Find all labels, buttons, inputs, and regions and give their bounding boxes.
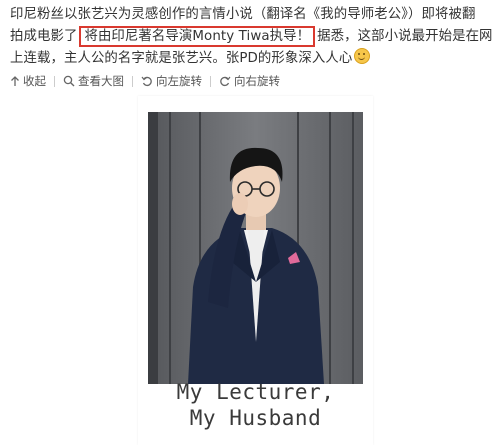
cover-title-line-2: My Husband — [189, 406, 322, 430]
post-line-3-text: 上连载，主人公的名字就是张艺兴。张PD的形象深入人心 — [10, 51, 353, 66]
toolbar-divider — [132, 75, 133, 87]
highlighted-director-text: 将由印尼著名导演Monty Tiwa执导！ — [79, 26, 316, 47]
post-line-3: 上连载，主人公的名字就是张艺兴。张PD的形象深入人心 — [10, 48, 494, 70]
rotate-right-label: 向右旋转 — [234, 74, 280, 88]
post-line-2: 拍成电影了 将由印尼著名导演Monty Tiwa执导！ 据悉，这部小说最开始是在网 — [10, 26, 494, 48]
post-line-2-start: 拍成电影了 — [10, 29, 78, 44]
cover-photo — [148, 112, 363, 384]
post-line-1: 印尼粉丝以张艺兴为灵感创作的言情小说（翻译名《我的导师老公》）即将被翻 — [10, 7, 476, 22]
cover-title-line-1: My Lecturer, — [176, 380, 335, 404]
toolbar-divider — [54, 75, 55, 87]
collapse-button[interactable]: 收起 — [10, 73, 46, 89]
rotate-right-icon — [220, 76, 231, 87]
toolbar-divider — [210, 75, 211, 87]
man-in-suit-illustration — [148, 112, 363, 384]
cover-title: My Lecturer, My Husband — [138, 379, 373, 431]
magnifier-icon — [63, 75, 75, 87]
book-cover-image[interactable]: My Lecturer, My Husband — [138, 96, 373, 445]
rotate-left-label: 向左旋转 — [156, 74, 202, 88]
grin-sweat-emoji-icon — [354, 48, 371, 64]
collapse-arrow-icon — [11, 75, 19, 86]
collapse-label: 收起 — [23, 74, 46, 88]
rotate-right-button[interactable]: 向右旋转 — [219, 73, 280, 89]
post-line-2-end: 据悉，这部小说最开始是在网 — [317, 29, 493, 44]
view-large-button[interactable]: 查看大图 — [63, 73, 124, 89]
view-large-label: 查看大图 — [78, 74, 124, 88]
post-text: 印尼粉丝以张艺兴为灵感创作的言情小说（翻译名《我的导师老公》）即将被翻 拍成电影… — [10, 4, 494, 70]
rotate-left-button[interactable]: 向左旋转 — [141, 73, 202, 89]
rotate-left-icon — [141, 76, 152, 87]
image-toolbar: 收起 查看大图 向左旋转 向右旋转 — [10, 72, 280, 90]
